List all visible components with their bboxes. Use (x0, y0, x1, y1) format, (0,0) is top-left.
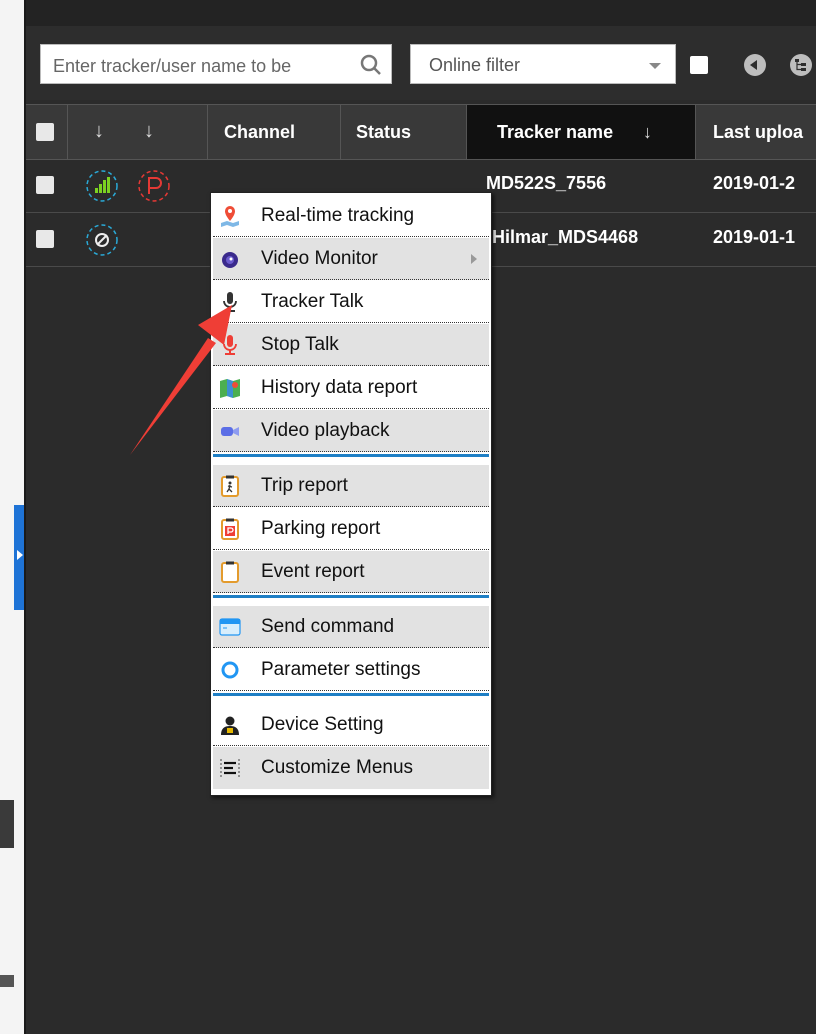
circle-settings-icon (221, 661, 239, 679)
select-all-checkbox[interactable] (36, 123, 54, 141)
parking-status-icon (138, 170, 170, 202)
menu-item-video-monitor[interactable]: Video Monitor (213, 238, 489, 280)
sort-down-arrow-icon[interactable]: ↓ (94, 121, 104, 141)
tree-view-icon[interactable] (790, 54, 812, 76)
sort-down-arrow-icon: ↓ (643, 122, 652, 142)
grid-header: ↓ ↓ Channel Status Tracker name ↓ Last u… (26, 104, 816, 160)
video-monitor-icon (222, 252, 238, 268)
command-window-icon (219, 618, 241, 636)
user-device-icon (221, 716, 239, 735)
header-tracker-name-label: Tracker name (497, 122, 614, 142)
header-status[interactable]: Status (341, 105, 467, 159)
previous-icon[interactable] (744, 54, 766, 76)
tracker-name-cell: Hilmar_MDS4468 (492, 227, 639, 247)
sidebar-block (0, 975, 14, 987)
no-signal-status-icon (86, 224, 118, 256)
header-select-cell (26, 105, 68, 159)
menu-item-label: Stop Talk (261, 334, 339, 355)
menu-item-tracker-talk[interactable]: Tracker Talk (213, 281, 489, 323)
menu-item-event-report[interactable]: Event report (213, 551, 489, 593)
menu-item-label: Trip report (261, 475, 348, 496)
menu-item-video-playback[interactable]: Video playback (213, 410, 489, 452)
menu-separator (213, 692, 489, 698)
toolbar-checkbox[interactable] (690, 56, 708, 74)
left-sidebar (0, 0, 24, 1034)
menu-item-real-time-tracking[interactable]: Real-time tracking (213, 195, 489, 237)
menu-item-customize-menus[interactable]: Customize Menus (213, 747, 489, 789)
top-strip (26, 0, 816, 26)
menu-item-label: Event report (261, 561, 365, 582)
menu-item-history-data-report[interactable]: History data report (213, 367, 489, 409)
menu-separator (213, 594, 489, 600)
menu-item-parameter-settings[interactable]: Parameter settings (213, 649, 489, 691)
map-pin-icon (221, 206, 239, 227)
expand-arrow-icon (17, 550, 23, 560)
chevron-down-icon (649, 63, 661, 69)
online-filter-value: Online filter (429, 55, 521, 75)
search-box[interactable] (40, 44, 392, 84)
signal-status-icon (86, 170, 118, 202)
submenu-arrow-icon (471, 254, 477, 264)
header-sort-cell: ↓ ↓ (68, 105, 208, 159)
microphone-icon (223, 292, 237, 312)
header-tracker-name[interactable]: Tracker name ↓ (467, 105, 696, 159)
menu-item-parking-report[interactable]: Parking report (213, 508, 489, 550)
header-channel[interactable]: Channel (208, 105, 341, 159)
online-filter-select[interactable]: Online filter (410, 44, 676, 84)
context-menu: Real-time tracking Video Monitor Tracker… (210, 192, 492, 796)
menu-lines-icon (220, 759, 240, 777)
menu-item-trip-report[interactable]: Trip report (213, 465, 489, 507)
header-last-upload[interactable]: Last uploa (696, 105, 816, 159)
last-upload-cell: 2019-01-1 (713, 227, 796, 247)
menu-item-label: Video playback (261, 420, 390, 441)
row-checkbox[interactable] (36, 230, 54, 248)
menu-item-device-setting[interactable]: Device Setting (213, 704, 489, 746)
menu-item-label: Parameter settings (261, 659, 421, 680)
sidebar-block (0, 800, 14, 848)
map-history-icon (220, 379, 240, 398)
menu-item-label: Customize Menus (261, 757, 414, 778)
trip-clipboard-icon (221, 475, 239, 497)
event-clipboard-icon (221, 561, 239, 583)
menu-item-send-command[interactable]: Send command (213, 606, 489, 648)
search-input[interactable] (51, 53, 355, 79)
row-checkbox[interactable] (36, 176, 54, 194)
menu-item-stop-talk[interactable]: Stop Talk (213, 324, 489, 366)
last-upload-cell: 2019-01-2 (713, 173, 796, 193)
search-icon[interactable] (359, 53, 383, 77)
tracker-name-cell: MD522S_7556 (486, 173, 607, 193)
menu-item-label: Real-time tracking (261, 205, 415, 226)
menu-item-label: Device Setting (261, 714, 384, 735)
menu-item-label: Send command (261, 616, 395, 637)
parking-clipboard-icon (221, 518, 239, 540)
toolbar: Online filter (26, 0, 816, 100)
microphone-off-icon (223, 335, 237, 355)
menu-item-label: Video Monitor (261, 248, 378, 269)
menu-item-label: Parking report (261, 518, 381, 539)
sort-down-arrow-icon[interactable]: ↓ (144, 121, 154, 141)
menu-item-label: Tracker Talk (261, 291, 364, 312)
video-camera-icon (221, 427, 239, 436)
menu-item-label: History data report (261, 377, 418, 398)
menu-separator (213, 453, 489, 459)
